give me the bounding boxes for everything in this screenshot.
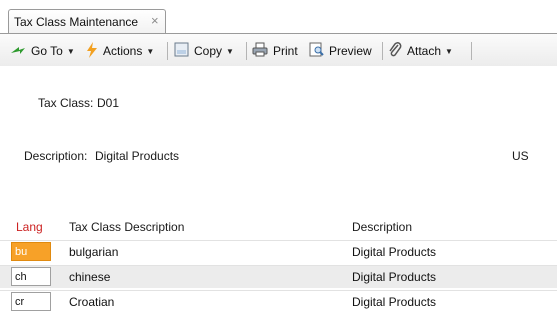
preview-icon [309,42,324,60]
tax-class-description-cell[interactable]: chinese [69,270,110,284]
tab-tax-class-maintenance[interactable]: Tax Class Maintenance × [8,9,166,33]
column-header-lang[interactable]: Lang [16,220,43,234]
table-row[interactable]: cr Croatian Digital Products [0,290,557,313]
toolbar: Go To ▼ Actions ▼ Copy ▼ Print Preview A… [0,34,557,67]
description-label: Description: [24,149,88,163]
translations-grid: Lang Tax Class Description Description b… [0,216,557,320]
table-row[interactable]: ch chinese Digital Products [0,265,557,288]
preview-label: Preview [329,44,372,58]
copy-dropdown-icon: ▼ [226,46,234,56]
tab-title: Tax Class Maintenance [14,15,139,29]
copy-button[interactable]: Copy ▼ [174,42,234,60]
description-cell[interactable]: Digital Products [352,295,436,309]
toolbar-separator [382,42,383,60]
actions-button[interactable]: Actions ▼ [86,41,155,61]
description-cell[interactable]: Digital Products [352,245,436,259]
copy-icon [174,42,189,60]
lang-code-cell[interactable]: cr [11,292,51,311]
attach-dropdown-icon: ▼ [445,46,453,56]
toolbar-separator [471,42,472,60]
actions-label: Actions [103,44,143,58]
paperclip-icon [389,41,402,61]
tax-class-description-cell[interactable]: bulgarian [69,245,118,259]
lightning-icon [86,41,98,61]
description-cell[interactable]: Digital Products [352,270,436,284]
toolbar-separator [167,42,168,60]
tax-class-description-cell[interactable]: Croatian [69,295,114,309]
description-value[interactable]: Digital Products [95,149,179,163]
tab-strip: Tax Class Maintenance × [0,0,557,34]
preview-button[interactable]: Preview [309,42,372,60]
copy-label: Copy [194,44,223,58]
lang-code-cell[interactable]: ch [11,267,51,286]
column-header-description[interactable]: Description [352,220,412,234]
tab-close-icon[interactable]: × [151,13,159,28]
goto-label: Go To [31,44,63,58]
country-value: US [512,149,529,163]
print-button[interactable]: Print [252,42,298,60]
actions-dropdown-icon: ▼ [146,46,155,56]
form-area: Tax Class: D01 Description: Digital Prod… [0,66,557,200]
column-header-tax-class-description[interactable]: Tax Class Description [69,220,184,234]
attach-label: Attach [407,44,442,58]
goto-dropdown-icon: ▼ [66,46,75,56]
attach-button[interactable]: Attach ▼ [389,41,453,61]
printer-icon [252,42,268,60]
tax-class-label: Tax Class: [38,96,94,110]
lang-code-cell[interactable]: bu [11,242,51,261]
toolbar-separator [246,42,247,60]
print-label: Print [273,44,298,58]
tax-class-value[interactable]: D01 [97,96,119,110]
table-row[interactable]: bu bulgarian Digital Products [0,240,557,263]
goto-button[interactable]: Go To ▼ [10,42,75,60]
goto-arrow-icon [10,44,26,59]
